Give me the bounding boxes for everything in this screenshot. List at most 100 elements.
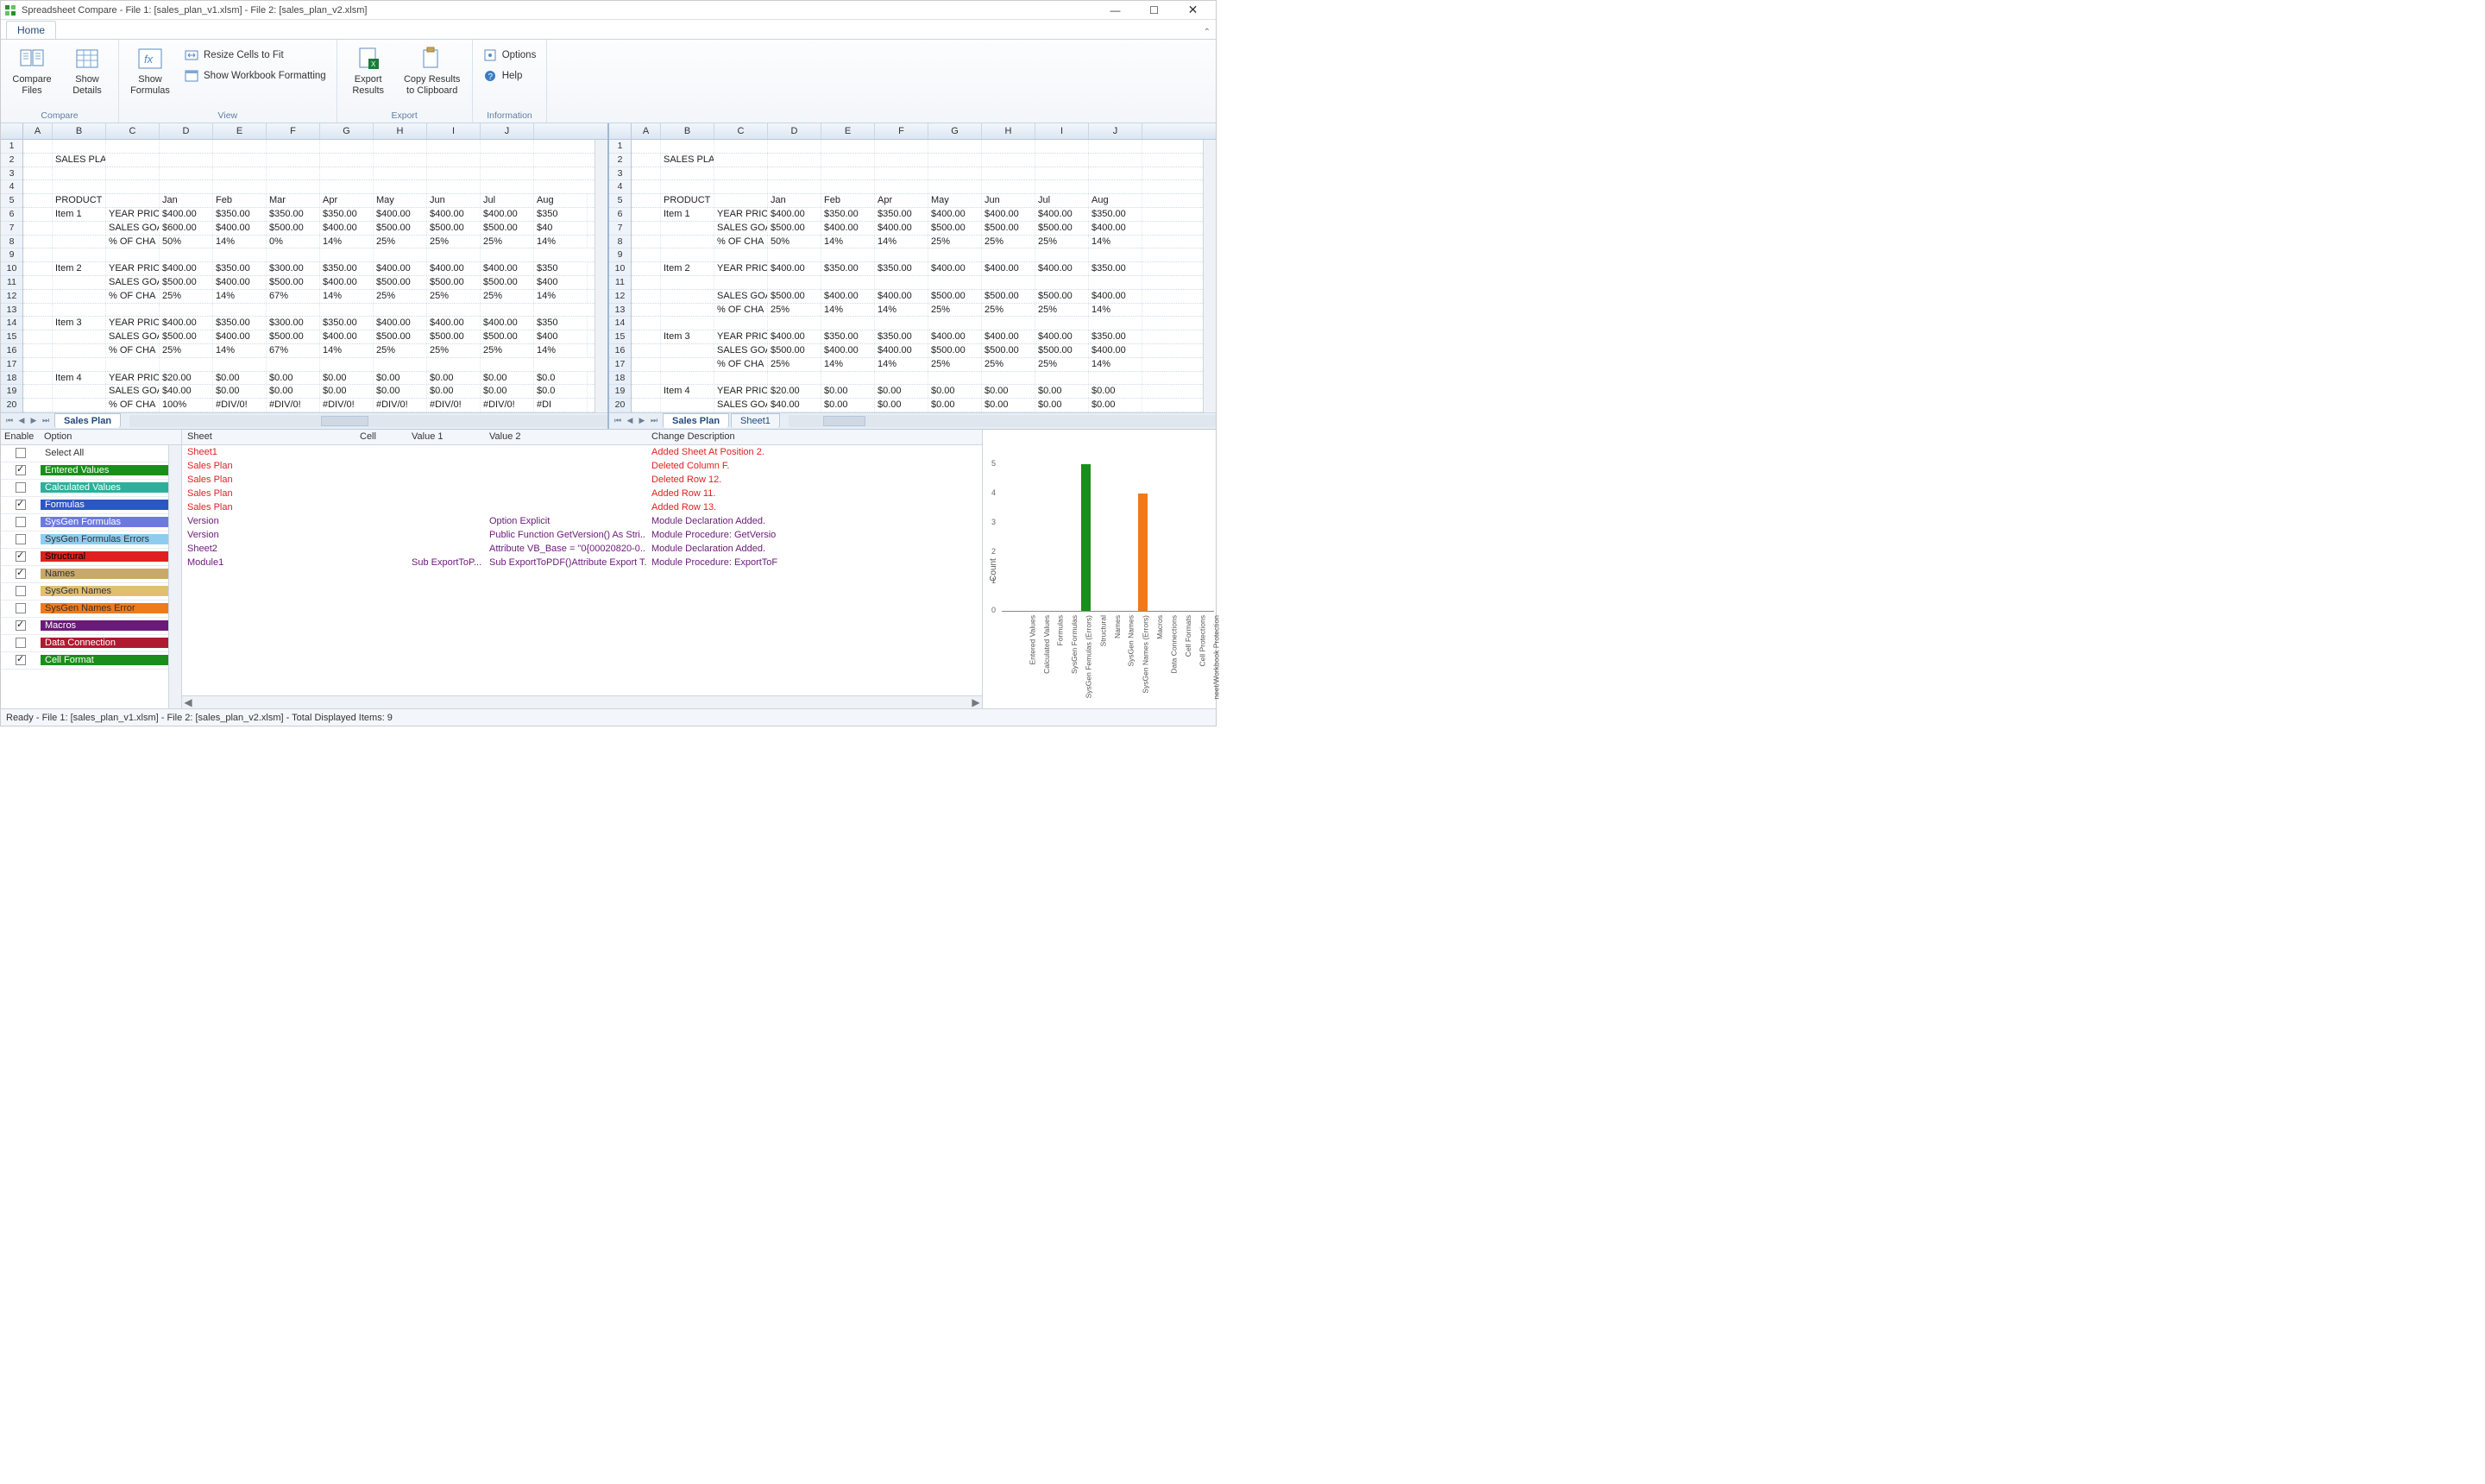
cell[interactable]: $500.00 bbox=[928, 222, 982, 235]
cell[interactable]: % OF CHA bbox=[106, 399, 160, 412]
diff-row[interactable]: Sales PlanDeleted Column F. bbox=[182, 459, 982, 473]
option-row[interactable]: Entered Values bbox=[1, 462, 168, 480]
cell[interactable] bbox=[661, 222, 714, 235]
cell[interactable]: $400.00 bbox=[320, 330, 374, 343]
option-row[interactable]: SysGen Names Error bbox=[1, 601, 168, 618]
option-row[interactable]: Formulas bbox=[1, 497, 168, 514]
cell[interactable] bbox=[23, 194, 53, 207]
cell[interactable]: $500.00 bbox=[374, 330, 427, 343]
cell[interactable] bbox=[632, 262, 661, 275]
cell[interactable]: YEAR PRIO bbox=[714, 262, 768, 275]
cell[interactable] bbox=[53, 344, 106, 357]
cell[interactable]: May bbox=[374, 194, 427, 207]
col-header-F[interactable]: F bbox=[267, 123, 320, 139]
cell[interactable]: $400.00 bbox=[982, 208, 1035, 221]
left-sheet-tab-sales-plan[interactable]: Sales Plan bbox=[54, 413, 121, 428]
cell[interactable] bbox=[875, 180, 928, 193]
cell[interactable]: $400.00 bbox=[1089, 344, 1142, 357]
cell[interactable]: Item 2 bbox=[661, 262, 714, 275]
cell[interactable]: $500.00 bbox=[481, 276, 534, 289]
col-header-E[interactable]: E bbox=[213, 123, 267, 139]
option-row[interactable]: SysGen Formulas Errors bbox=[1, 531, 168, 549]
cell[interactable]: $350 bbox=[534, 317, 588, 330]
cell[interactable] bbox=[928, 167, 982, 180]
cell[interactable]: $40.00 bbox=[768, 399, 821, 412]
col-header-F[interactable]: F bbox=[875, 123, 928, 139]
cell[interactable]: $500.00 bbox=[1035, 222, 1089, 235]
row-header[interactable]: 1 bbox=[1, 140, 22, 154]
cell[interactable] bbox=[23, 208, 53, 221]
cell[interactable]: $0.00 bbox=[320, 385, 374, 398]
right-vertical-scrollbar[interactable] bbox=[1203, 140, 1216, 412]
cell[interactable]: $400.00 bbox=[1035, 262, 1089, 275]
cell[interactable]: SALES GOA bbox=[714, 290, 768, 303]
cell[interactable]: $350.00 bbox=[875, 262, 928, 275]
cell[interactable]: #DIV/0! bbox=[374, 399, 427, 412]
cell[interactable]: $350 bbox=[534, 262, 588, 275]
cell[interactable] bbox=[661, 344, 714, 357]
row-header[interactable]: 13 bbox=[609, 304, 631, 318]
cell[interactable]: $0.00 bbox=[1089, 399, 1142, 412]
cell[interactable] bbox=[1089, 154, 1142, 167]
option-checkbox[interactable] bbox=[16, 551, 26, 562]
cell[interactable]: $400.00 bbox=[768, 330, 821, 343]
col-header-B[interactable]: B bbox=[661, 123, 714, 139]
cell[interactable] bbox=[821, 180, 875, 193]
cell[interactable] bbox=[53, 330, 106, 343]
cell[interactable]: $400.00 bbox=[427, 262, 481, 275]
cell[interactable]: $0.00 bbox=[427, 372, 481, 385]
cell[interactable] bbox=[106, 358, 160, 371]
cell[interactable] bbox=[661, 290, 714, 303]
cell[interactable]: SALES GOA bbox=[106, 222, 160, 235]
cell[interactable]: $500.00 bbox=[982, 290, 1035, 303]
cell[interactable] bbox=[23, 167, 53, 180]
cell[interactable]: 14% bbox=[821, 358, 875, 371]
cell[interactable] bbox=[267, 180, 320, 193]
cell[interactable] bbox=[1035, 248, 1089, 261]
cell[interactable]: $500.00 bbox=[768, 344, 821, 357]
cell[interactable] bbox=[320, 304, 374, 317]
row-header[interactable]: 14 bbox=[609, 317, 631, 330]
cell[interactable] bbox=[23, 399, 53, 412]
cell[interactable]: $400.00 bbox=[928, 262, 982, 275]
col-header-I[interactable]: I bbox=[1035, 123, 1089, 139]
cell[interactable]: $350.00 bbox=[821, 262, 875, 275]
cell[interactable] bbox=[1035, 180, 1089, 193]
row-header[interactable]: 19 bbox=[1, 385, 22, 399]
cell[interactable]: 25% bbox=[160, 290, 213, 303]
cell[interactable] bbox=[821, 372, 875, 385]
cell[interactable]: $0.0 bbox=[534, 385, 588, 398]
cell[interactable]: Jul bbox=[1035, 194, 1089, 207]
option-row[interactable]: Data Connection bbox=[1, 635, 168, 652]
cell[interactable]: Jan bbox=[768, 194, 821, 207]
cell[interactable] bbox=[661, 167, 714, 180]
cell[interactable]: $0.00 bbox=[267, 385, 320, 398]
cell[interactable]: 25% bbox=[481, 290, 534, 303]
cell[interactable]: $500.00 bbox=[768, 222, 821, 235]
show-details-button[interactable]: Show Details bbox=[63, 43, 111, 96]
cell[interactable]: $500.00 bbox=[1035, 344, 1089, 357]
cell[interactable] bbox=[1089, 248, 1142, 261]
cell[interactable]: $400.00 bbox=[875, 290, 928, 303]
cell[interactable] bbox=[632, 330, 661, 343]
cell[interactable]: Feb bbox=[821, 194, 875, 207]
cell[interactable] bbox=[427, 140, 481, 153]
cell[interactable]: $350 bbox=[534, 208, 588, 221]
cell[interactable] bbox=[875, 248, 928, 261]
cell[interactable] bbox=[1035, 372, 1089, 385]
cell[interactable] bbox=[1089, 140, 1142, 153]
cell[interactable]: % OF CHA bbox=[106, 236, 160, 248]
cell[interactable]: Feb bbox=[213, 194, 267, 207]
cell[interactable] bbox=[632, 236, 661, 248]
cell[interactable] bbox=[213, 180, 267, 193]
cell[interactable]: $0.00 bbox=[982, 399, 1035, 412]
right-sheet-tab-sheet1[interactable]: Sheet1 bbox=[731, 413, 780, 428]
cell[interactable]: % OF CHA bbox=[714, 236, 768, 248]
cell[interactable] bbox=[632, 276, 661, 289]
row-header[interactable]: 15 bbox=[1, 330, 22, 344]
cell[interactable] bbox=[661, 399, 714, 412]
cell[interactable] bbox=[714, 180, 768, 193]
cell[interactable]: $500.00 bbox=[481, 330, 534, 343]
cell[interactable]: $500.00 bbox=[427, 222, 481, 235]
cell[interactable] bbox=[714, 154, 768, 167]
